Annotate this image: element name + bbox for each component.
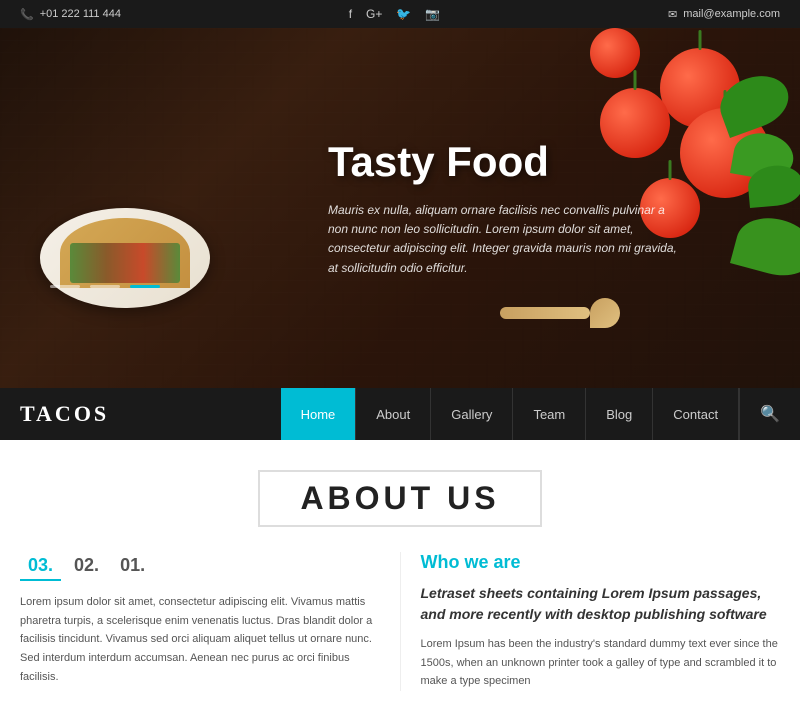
tomato-stem-1 bbox=[699, 30, 702, 50]
hero-section: Tasty Food Mauris ex nulla, aliquam orna… bbox=[0, 28, 800, 388]
nav-links: Home About Gallery Team Blog Contact 🔍 bbox=[281, 388, 800, 440]
tomato-stem-2 bbox=[634, 70, 637, 90]
phone-number: +01 222 111 444 bbox=[40, 8, 121, 20]
nav-about[interactable]: About bbox=[356, 388, 431, 440]
nav-home[interactable]: Home bbox=[281, 388, 357, 440]
slide-dot-2[interactable] bbox=[90, 285, 120, 288]
who-we-are-title: Who we are bbox=[421, 552, 781, 573]
slide-dot-1[interactable] bbox=[50, 285, 80, 288]
social-links[interactable]: f G+ 🐦 📷 bbox=[349, 7, 441, 21]
step-3[interactable]: 03. bbox=[20, 552, 61, 581]
phone-icon: 📞 bbox=[20, 8, 34, 21]
who-we-are-text: Lorem Ipsum has been the industry's stan… bbox=[421, 635, 781, 691]
food-plate bbox=[40, 188, 220, 308]
twitter-icon[interactable]: 🐦 bbox=[396, 7, 411, 21]
about-title: ABOUT US bbox=[258, 470, 541, 527]
about-left-column: 03. 02. 01. Lorem ipsum dolor sit amet, … bbox=[20, 552, 380, 691]
about-section: ABOUT US 03. 02. 01. Lorem ipsum dolor s… bbox=[0, 440, 800, 711]
nav-gallery[interactable]: Gallery bbox=[431, 388, 513, 440]
hero-title: Tasty Food bbox=[328, 138, 688, 186]
instagram-icon[interactable]: 📷 bbox=[425, 7, 440, 21]
who-we-are-subtitle: Letraset sheets containing Lorem Ipsum p… bbox=[421, 583, 781, 625]
about-left-text: Lorem ipsum dolor sit amet, consectetur … bbox=[20, 593, 380, 686]
about-right-column: Who we are Letraset sheets containing Lo… bbox=[400, 552, 781, 691]
steps-nav[interactable]: 03. 02. 01. bbox=[20, 552, 380, 581]
tomato-5 bbox=[590, 28, 640, 78]
slider-dots[interactable] bbox=[50, 285, 160, 288]
about-content: 03. 02. 01. Lorem ipsum dolor sit amet, … bbox=[0, 552, 800, 691]
slide-dot-3[interactable] bbox=[130, 285, 160, 288]
hero-description: Mauris ex nulla, aliquam ornare facilisi… bbox=[328, 201, 688, 278]
phone-section: 📞 +01 222 111 444 bbox=[20, 8, 121, 21]
spoon-decoration bbox=[500, 298, 620, 328]
about-title-wrap: ABOUT US bbox=[0, 470, 800, 527]
top-bar: 📞 +01 222 111 444 f G+ 🐦 📷 ✉ mail@exampl… bbox=[0, 0, 800, 28]
facebook-icon[interactable]: f bbox=[349, 7, 352, 21]
taco-filling bbox=[70, 243, 180, 283]
nav-blog[interactable]: Blog bbox=[586, 388, 653, 440]
email-icon: ✉ bbox=[668, 8, 677, 21]
step-1[interactable]: 01. bbox=[112, 552, 153, 581]
step-2[interactable]: 02. bbox=[66, 552, 107, 581]
taco bbox=[60, 218, 190, 288]
email-section: ✉ mail@example.com bbox=[668, 8, 780, 21]
search-icon[interactable]: 🔍 bbox=[740, 388, 800, 440]
email-address: mail@example.com bbox=[683, 8, 780, 20]
hero-content: Tasty Food Mauris ex nulla, aliquam orna… bbox=[328, 138, 688, 278]
brand-logo: TACOS bbox=[20, 401, 129, 427]
nav-contact[interactable]: Contact bbox=[653, 388, 739, 440]
navbar: TACOS Home About Gallery Team Blog Conta… bbox=[0, 388, 800, 440]
nav-team[interactable]: Team bbox=[513, 388, 586, 440]
googleplus-icon[interactable]: G+ bbox=[366, 7, 382, 21]
